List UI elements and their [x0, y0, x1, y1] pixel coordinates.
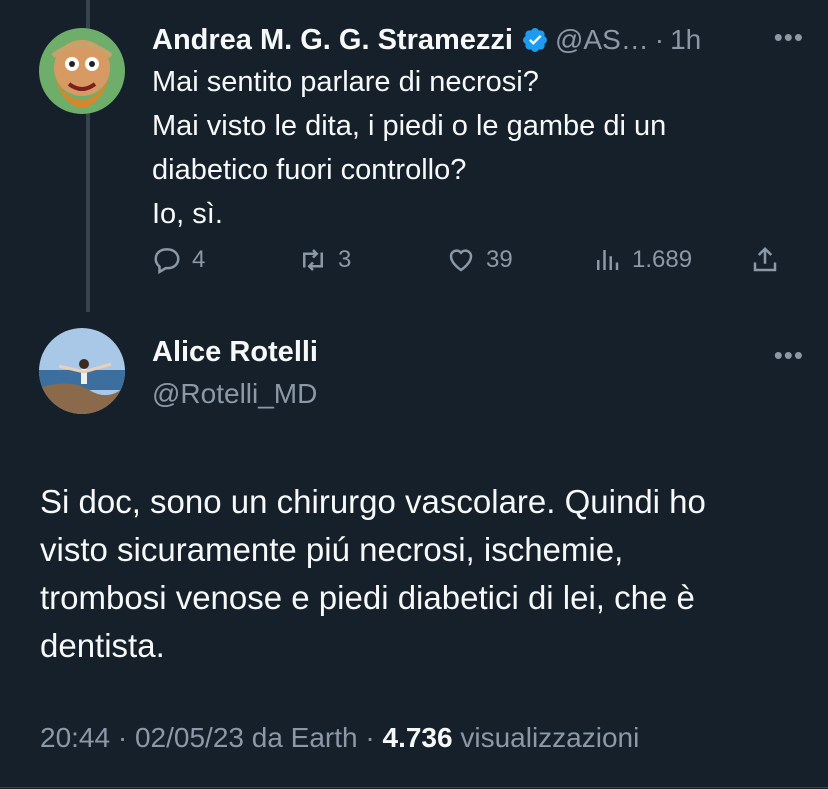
share-icon [753, 246, 777, 272]
separator-dot: · [357, 722, 383, 753]
more-options-icon[interactable]: ••• [774, 340, 804, 371]
author-handle[interactable]: @Rotelli_MD [152, 378, 317, 410]
tweet-header: Andrea M. G. G. Stramezzi @AS… · 1h [152, 20, 798, 60]
tweet-text-line: diabetico fuori controllo? [152, 154, 467, 186]
reply-button[interactable]: 4 [152, 240, 205, 280]
author-handle[interactable]: @AS… [555, 24, 649, 56]
retweet-icon [303, 249, 323, 271]
views-count[interactable]: 4.736 [383, 722, 453, 753]
tweet-text-line: Io, sì. [152, 198, 223, 230]
avatar[interactable] [39, 28, 125, 114]
like-button[interactable]: 39 [446, 240, 513, 280]
views-button[interactable]: 1.689 [592, 240, 692, 280]
tweet-timestamp[interactable]: 1h [670, 24, 701, 56]
divider [0, 787, 828, 788]
avatar-cartoon-icon [39, 28, 125, 114]
view-count: 1.689 [632, 246, 693, 273]
like-count: 39 [486, 246, 513, 273]
tweet-metadata: 20:44 · 02/05/23 da Earth · 4.736 visual… [40, 722, 639, 754]
avatar[interactable] [39, 328, 125, 414]
tweet-date[interactable]: 02/05/23 [135, 722, 244, 753]
views-label: visualizzazioni [452, 722, 640, 753]
tweet-text-line: Si doc, sono un chirurgo vascolare. Quin… [40, 483, 706, 520]
tweet-text-line: visto sicuramente piú necrosi, ischemie, [40, 531, 624, 568]
tweet-text-line: trombosi venose e piedi diabetici di lei… [40, 579, 695, 616]
author-name[interactable]: Alice Rotelli [152, 336, 318, 369]
tweet-text-line: Mai sentito parlare di necrosi? [152, 66, 539, 98]
share-button[interactable] [750, 240, 790, 280]
more-options-icon[interactable]: ••• [774, 22, 804, 53]
tweet-text-line: dentista. [40, 627, 165, 664]
tweet-text: Mai sentito parlare di necrosi? Mai vist… [152, 60, 772, 236]
views-chart-icon [597, 250, 619, 270]
tweet-source: da Earth [243, 722, 358, 753]
separator-dot: · [110, 722, 135, 753]
retweet-count: 3 [338, 246, 352, 273]
reply-icon [154, 248, 180, 275]
heart-icon [449, 249, 473, 272]
avatar-photo-icon [39, 328, 125, 414]
verified-badge-icon[interactable] [521, 26, 549, 54]
author-name[interactable]: Andrea M. G. G. Stramezzi [152, 24, 513, 57]
reply-count: 4 [192, 246, 206, 273]
tweet-actions: 4 3 39 1.689 [152, 240, 792, 280]
tweet-time[interactable]: 20:44 [40, 722, 110, 753]
tweet-text-line: Mai visto le dita, i piedi o le gambe di… [152, 110, 667, 142]
tweet-text: Si doc, sono un chirurgo vascolare. Quin… [40, 478, 800, 670]
separator-dot: · [654, 24, 665, 55]
retweet-button[interactable]: 3 [298, 240, 351, 280]
